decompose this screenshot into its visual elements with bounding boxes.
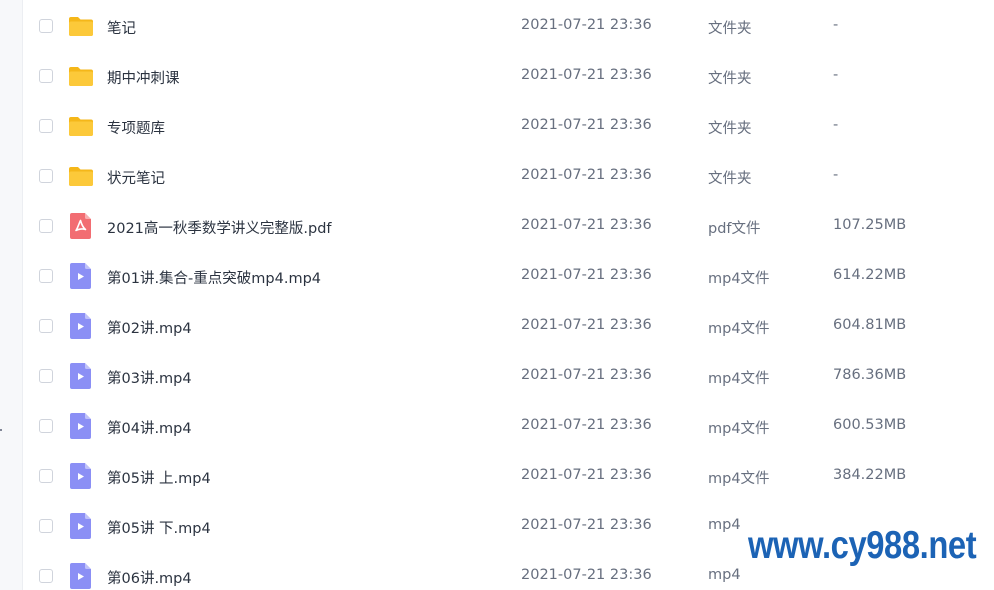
row-checkbox[interactable]: [39, 469, 53, 483]
file-size: 604.81MB: [833, 317, 907, 333]
row-checkbox[interactable]: [39, 119, 53, 133]
video-icon: [68, 412, 94, 440]
file-size: -: [833, 167, 839, 183]
folder-icon: [68, 162, 94, 190]
file-type: 文件夹: [708, 21, 752, 37]
file-name[interactable]: 第04讲.mp4: [107, 417, 192, 438]
file-list: 笔记 2021-07-21 23:36 文件夹 - 期中冲刺课 2021-07-…: [22, 0, 994, 590]
file-row[interactable]: 第03讲.mp4 2021-07-21 23:36 mp4文件 786.36MB: [22, 351, 994, 401]
file-modified-date: 2021-07-21 23:36: [521, 217, 652, 233]
video-icon: [68, 262, 94, 290]
file-name[interactable]: 第02讲.mp4: [107, 317, 192, 338]
file-row[interactable]: 第05讲 上.mp4 2021-07-21 23:36 mp4文件 384.22…: [22, 451, 994, 501]
file-row[interactable]: 第02讲.mp4 2021-07-21 23:36 mp4文件 604.81MB: [22, 301, 994, 351]
row-checkbox[interactable]: [39, 69, 53, 83]
site-watermark: www.cy988.net: [748, 524, 977, 567]
file-row[interactable]: 状元笔记 2021-07-21 23:36 文件夹 -: [22, 151, 994, 201]
file-modified-date: 2021-07-21 23:36: [521, 517, 652, 533]
file-type: 文件夹: [708, 121, 752, 137]
file-row[interactable]: 2021高一秋季数学讲义完整版.pdf 2021-07-21 23:36 pdf…: [22, 201, 994, 251]
file-name[interactable]: 2021高一秋季数学讲义完整版.pdf: [107, 217, 332, 238]
pdf-icon: [68, 212, 94, 240]
file-name[interactable]: 第05讲 下.mp4: [107, 517, 211, 538]
file-type: mp4文件: [708, 421, 770, 437]
row-checkbox[interactable]: [39, 219, 53, 233]
video-icon: [68, 462, 94, 490]
video-icon: [68, 362, 94, 390]
file-row[interactable]: 第04讲.mp4 2021-07-21 23:36 mp4文件 600.53MB: [22, 401, 994, 451]
file-name[interactable]: 第01讲.集合-重点突破mp4.mp4: [107, 267, 321, 288]
file-type: mp4文件: [708, 271, 770, 287]
row-checkbox[interactable]: [39, 569, 53, 583]
file-name[interactable]: 状元笔记: [107, 167, 165, 188]
file-size: -: [833, 17, 839, 33]
row-checkbox[interactable]: [39, 369, 53, 383]
file-modified-date: 2021-07-21 23:36: [521, 67, 652, 83]
file-name[interactable]: 专项题库: [107, 117, 165, 138]
left-sidebar-edge: [0, 0, 23, 590]
row-checkbox[interactable]: [39, 169, 53, 183]
file-row[interactable]: 笔记 2021-07-21 23:36 文件夹 -: [22, 1, 994, 51]
file-type: mp4文件: [708, 371, 770, 387]
file-type: 文件夹: [708, 171, 752, 187]
file-modified-date: 2021-07-21 23:36: [521, 167, 652, 183]
row-checkbox[interactable]: [39, 269, 53, 283]
file-size: 107.25MB: [833, 217, 907, 233]
file-type: mp4文件: [708, 321, 770, 337]
file-type: mp4文件: [708, 471, 770, 487]
folder-icon: [68, 62, 94, 90]
file-type: 文件夹: [708, 71, 752, 87]
row-checkbox[interactable]: [39, 19, 53, 33]
row-checkbox[interactable]: [39, 319, 53, 333]
file-row[interactable]: 期中冲刺课 2021-07-21 23:36 文件夹 -: [22, 51, 994, 101]
file-modified-date: 2021-07-21 23:36: [521, 17, 652, 33]
file-modified-date: 2021-07-21 23:36: [521, 317, 652, 333]
row-checkbox[interactable]: [39, 419, 53, 433]
video-icon: [68, 312, 94, 340]
file-type: pdf文件: [708, 221, 761, 237]
file-browser: 笔记 2021-07-21 23:36 文件夹 - 期中冲刺课 2021-07-…: [0, 0, 994, 590]
file-name[interactable]: 第05讲 上.mp4: [107, 467, 211, 488]
file-modified-date: 2021-07-21 23:36: [521, 567, 652, 583]
file-size: 614.22MB: [833, 267, 907, 283]
file-size: 786.36MB: [833, 367, 907, 383]
file-row[interactable]: 第01讲.集合-重点突破mp4.mp4 2021-07-21 23:36 mp4…: [22, 251, 994, 301]
file-modified-date: 2021-07-21 23:36: [521, 417, 652, 433]
file-modified-date: 2021-07-21 23:36: [521, 267, 652, 283]
file-size: -: [833, 67, 839, 83]
sidebar-dot: [0, 429, 2, 431]
row-checkbox[interactable]: [39, 519, 53, 533]
file-type: mp4: [708, 567, 741, 583]
file-modified-date: 2021-07-21 23:36: [521, 117, 652, 133]
file-size: 384.22MB: [833, 467, 907, 483]
file-modified-date: 2021-07-21 23:36: [521, 367, 652, 383]
video-icon: [68, 562, 94, 590]
file-row[interactable]: 专项题库 2021-07-21 23:36 文件夹 -: [22, 101, 994, 151]
file-size: 600.53MB: [833, 417, 907, 433]
file-modified-date: 2021-07-21 23:36: [521, 467, 652, 483]
file-name[interactable]: 第06讲.mp4: [107, 567, 192, 588]
folder-icon: [68, 12, 94, 40]
file-name[interactable]: 第03讲.mp4: [107, 367, 192, 388]
folder-icon: [68, 112, 94, 140]
file-name[interactable]: 期中冲刺课: [107, 67, 180, 88]
file-name[interactable]: 笔记: [107, 17, 136, 38]
file-type: mp4: [708, 517, 741, 533]
video-icon: [68, 512, 94, 540]
file-size: -: [833, 117, 839, 133]
